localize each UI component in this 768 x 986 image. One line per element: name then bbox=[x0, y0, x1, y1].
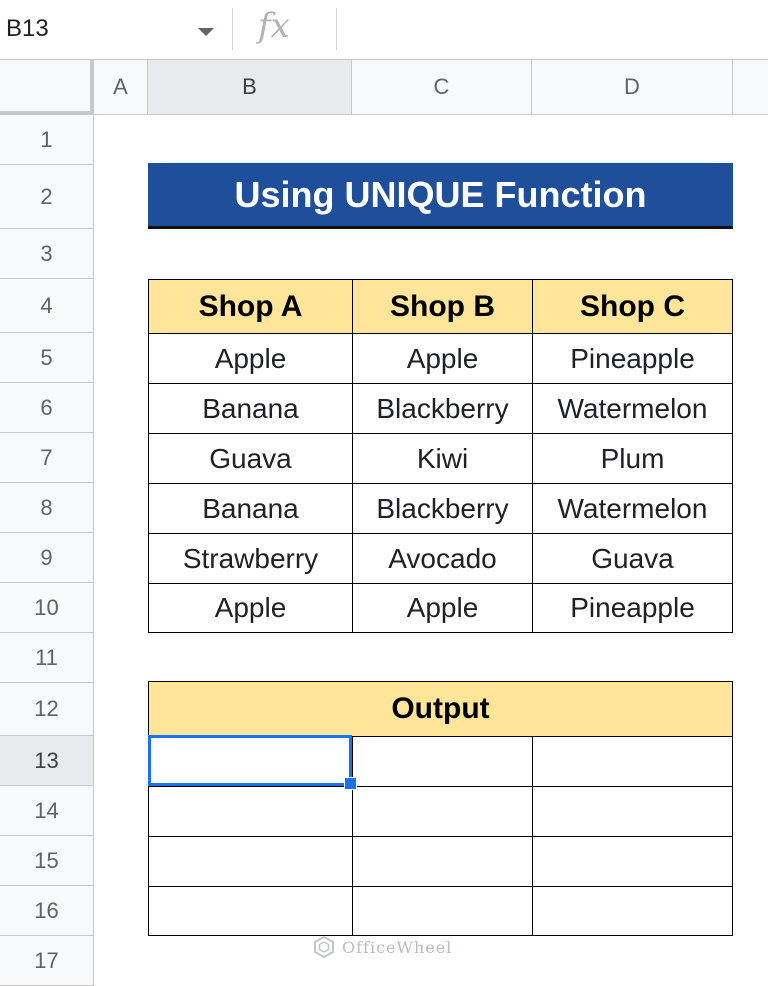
row-header[interactable]: 17 bbox=[0, 936, 94, 986]
table-header-cell[interactable]: Shop A bbox=[148, 279, 353, 334]
table-cell[interactable]: Apple bbox=[148, 333, 353, 384]
row-header[interactable]: 6 bbox=[0, 383, 94, 433]
name-box[interactable]: B13 bbox=[0, 4, 230, 54]
output-cell[interactable] bbox=[532, 836, 733, 887]
row-header[interactable]: 10 bbox=[0, 583, 94, 633]
table-cell[interactable]: Plum bbox=[532, 433, 733, 484]
chevron-down-icon[interactable] bbox=[198, 28, 214, 36]
divider bbox=[336, 8, 337, 50]
table-cell[interactable]: Pineapple bbox=[532, 333, 733, 384]
row-header[interactable]: 8 bbox=[0, 483, 94, 533]
table-cell[interactable]: Avocado bbox=[352, 533, 533, 584]
output-cell[interactable] bbox=[532, 786, 733, 837]
table-cell[interactable]: Apple bbox=[352, 333, 533, 384]
table-cell[interactable]: Apple bbox=[148, 583, 353, 633]
select-all-corner[interactable] bbox=[0, 60, 94, 115]
output-cell[interactable] bbox=[148, 886, 353, 936]
watermark-text: OfficeWheel bbox=[342, 937, 453, 957]
active-cell-selection[interactable] bbox=[148, 735, 352, 786]
fx-icon: fx bbox=[258, 6, 290, 46]
column-header-e[interactable] bbox=[733, 60, 768, 115]
output-cell[interactable] bbox=[148, 786, 353, 837]
fill-handle[interactable] bbox=[344, 777, 357, 790]
table-cell[interactable]: Strawberry bbox=[148, 533, 353, 584]
output-cell[interactable] bbox=[352, 836, 533, 887]
table-cell[interactable]: Blackberry bbox=[352, 383, 533, 434]
table-cell[interactable]: Apple bbox=[352, 583, 533, 633]
row-header[interactable]: 15 bbox=[0, 836, 94, 886]
row-header[interactable]: 4 bbox=[0, 279, 94, 333]
row-header[interactable]: 13 bbox=[0, 736, 94, 786]
row-header[interactable]: 3 bbox=[0, 229, 94, 279]
watermark: OfficeWheel bbox=[312, 932, 452, 962]
table-cell[interactable]: Kiwi bbox=[352, 433, 533, 484]
table-cell[interactable]: Guava bbox=[532, 533, 733, 584]
row-header[interactable]: 2 bbox=[0, 165, 94, 229]
output-cell[interactable] bbox=[352, 886, 533, 936]
table-cell[interactable]: Blackberry bbox=[352, 483, 533, 534]
column-header-b[interactable]: B bbox=[148, 60, 352, 115]
column-header-c[interactable]: C bbox=[352, 60, 532, 115]
table-cell[interactable]: Pineapple bbox=[532, 583, 733, 633]
name-box-value: B13 bbox=[6, 15, 49, 42]
row-header[interactable]: 12 bbox=[0, 683, 94, 736]
row-header[interactable]: 14 bbox=[0, 786, 94, 836]
watermark-logo-icon bbox=[314, 935, 334, 959]
row-header[interactable]: 9 bbox=[0, 533, 94, 583]
formula-bar: B13 fx bbox=[0, 0, 768, 60]
table-header-cell[interactable]: Shop B bbox=[352, 279, 533, 334]
row-header[interactable]: 16 bbox=[0, 886, 94, 936]
table-cell[interactable]: Watermelon bbox=[532, 483, 733, 534]
row-header[interactable]: 7 bbox=[0, 433, 94, 483]
column-header-d[interactable]: D bbox=[532, 60, 733, 115]
output-header[interactable]: Output bbox=[148, 681, 733, 737]
table-cell[interactable]: Banana bbox=[148, 483, 353, 534]
formula-input[interactable] bbox=[340, 8, 768, 50]
column-header-a[interactable]: A bbox=[94, 60, 148, 115]
row-header[interactable]: 1 bbox=[0, 115, 94, 165]
output-cell[interactable] bbox=[148, 836, 353, 887]
table-header-cell[interactable]: Shop C bbox=[532, 279, 733, 334]
table-cell[interactable]: Banana bbox=[148, 383, 353, 434]
table-cell[interactable]: Guava bbox=[148, 433, 353, 484]
row-header[interactable]: 5 bbox=[0, 333, 94, 383]
divider bbox=[232, 8, 233, 50]
page-title[interactable]: Using UNIQUE Function bbox=[148, 163, 733, 229]
output-cell[interactable] bbox=[532, 886, 733, 936]
output-cell[interactable] bbox=[532, 736, 733, 787]
row-header[interactable]: 11 bbox=[0, 633, 94, 683]
output-cell[interactable] bbox=[352, 786, 533, 837]
output-cell[interactable] bbox=[352, 736, 533, 787]
table-cell[interactable]: Watermelon bbox=[532, 383, 733, 434]
